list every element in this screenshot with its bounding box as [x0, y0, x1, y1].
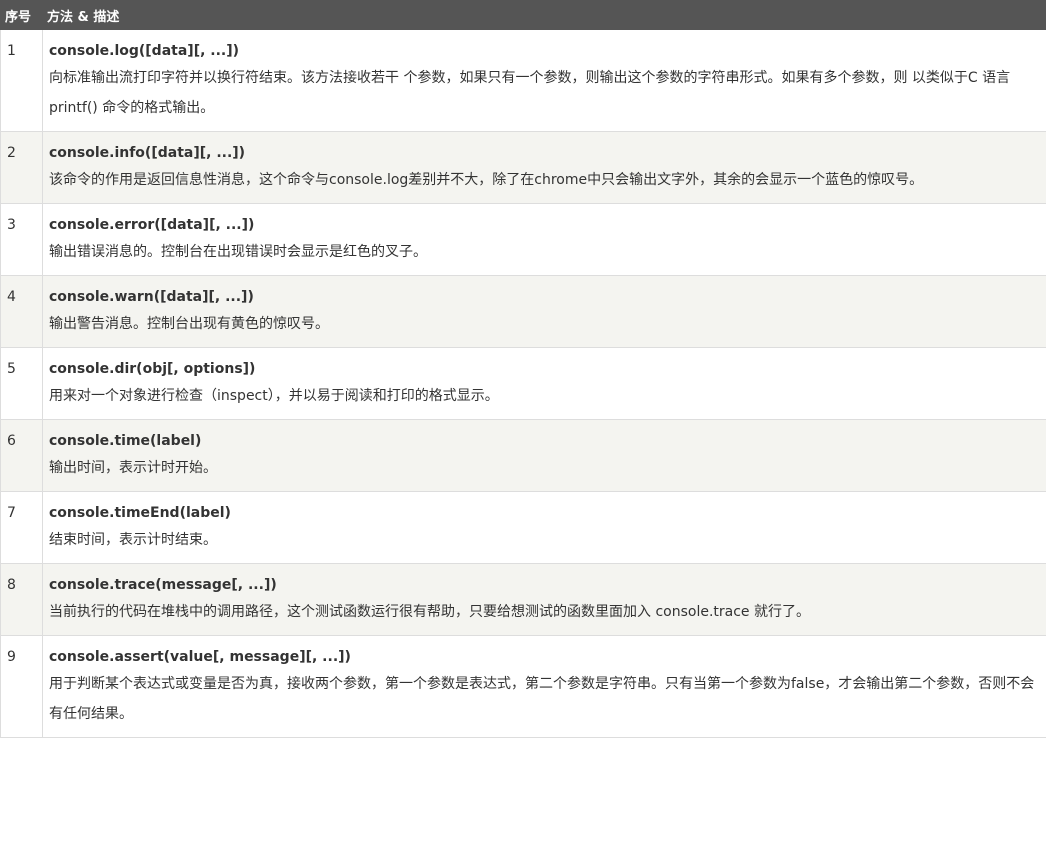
method-description: 用于判断某个表达式或变量是否为真，接收两个参数，第一个参数是表达式，第二个参数是…	[49, 676, 1035, 722]
table-row: 3 console.error([data][, ...]) 输出错误消息的。控…	[0, 203, 1046, 276]
row-number: 2	[0, 131, 43, 204]
row-content: console.time(label) 输出时间，表示计时开始。	[42, 419, 1046, 492]
method-signature: console.timeEnd(label)	[49, 505, 231, 521]
table-row: 8 console.trace(message[, ...]) 当前执行的代码在…	[0, 563, 1046, 636]
method-description: 当前执行的代码在堆栈中的调用路径，这个测试函数运行很有帮助，只要给想测试的函数里…	[49, 604, 810, 620]
row-number: 3	[0, 203, 43, 276]
method-signature: console.warn([data][, ...])	[49, 289, 254, 305]
method-description: 结束时间，表示计时结束。	[49, 532, 217, 548]
row-content: console.trace(message[, ...]) 当前执行的代码在堆栈…	[42, 563, 1046, 636]
row-content: console.error([data][, ...]) 输出错误消息的。控制台…	[42, 203, 1046, 276]
method-description: 输出警告消息。控制台出现有黄色的惊叹号。	[49, 316, 329, 332]
table-header-row: 序号 方法 & 描述	[0, 0, 1046, 30]
row-content: console.warn([data][, ...]) 输出警告消息。控制台出现…	[42, 275, 1046, 348]
row-number: 6	[0, 419, 43, 492]
table-row: 5 console.dir(obj[, options]) 用来对一个对象进行检…	[0, 347, 1046, 420]
table-row: 4 console.warn([data][, ...]) 输出警告消息。控制台…	[0, 275, 1046, 348]
method-description: 用来对一个对象进行检查（inspect），并以易于阅读和打印的格式显示。	[49, 388, 499, 404]
header-method-description: 方法 & 描述	[42, 0, 1046, 30]
row-number: 1	[0, 29, 43, 132]
table-row: 2 console.info([data][, ...]) 该命令的作用是返回信…	[0, 131, 1046, 204]
method-description: 向标准输出流打印字符并以换行符结束。该方法接收若干 个参数，如果只有一个参数，则…	[49, 70, 1011, 116]
row-number: 9	[0, 635, 43, 738]
row-content: console.dir(obj[, options]) 用来对一个对象进行检查（…	[42, 347, 1046, 420]
row-number: 8	[0, 563, 43, 636]
method-description: 该命令的作用是返回信息性消息，这个命令与console.log差别并不大，除了在…	[49, 172, 924, 188]
row-number: 7	[0, 491, 43, 564]
method-signature: console.trace(message[, ...])	[49, 577, 277, 593]
table-row: 6 console.time(label) 输出时间，表示计时开始。	[0, 419, 1046, 492]
table-row: 1 console.log([data][, ...]) 向标准输出流打印字符并…	[0, 29, 1046, 132]
table-row: 9 console.assert(value[, message][, ...]…	[0, 635, 1046, 738]
method-signature: console.info([data][, ...])	[49, 145, 246, 161]
method-signature: console.log([data][, ...])	[49, 43, 240, 59]
method-signature: console.dir(obj[, options])	[49, 361, 256, 377]
method-signature: console.assert(value[, message][, ...])	[49, 649, 351, 665]
method-signature: console.time(label)	[49, 433, 202, 449]
row-content: console.assert(value[, message][, ...]) …	[42, 635, 1046, 738]
header-index: 序号	[0, 0, 43, 30]
table-row: 7 console.timeEnd(label) 结束时间，表示计时结束。	[0, 491, 1046, 564]
row-content: console.info([data][, ...]) 该命令的作用是返回信息性…	[42, 131, 1046, 204]
method-signature: console.error([data][, ...])	[49, 217, 255, 233]
row-number: 4	[0, 275, 43, 348]
method-description: 输出错误消息的。控制台在出现错误时会显示是红色的叉子。	[49, 244, 427, 260]
method-description: 输出时间，表示计时开始。	[49, 460, 217, 476]
row-content: console.log([data][, ...]) 向标准输出流打印字符并以换…	[42, 29, 1046, 132]
row-number: 5	[0, 347, 43, 420]
row-content: console.timeEnd(label) 结束时间，表示计时结束。	[42, 491, 1046, 564]
console-methods-table: 序号 方法 & 描述 1 console.log([data][, ...]) …	[0, 0, 1046, 738]
